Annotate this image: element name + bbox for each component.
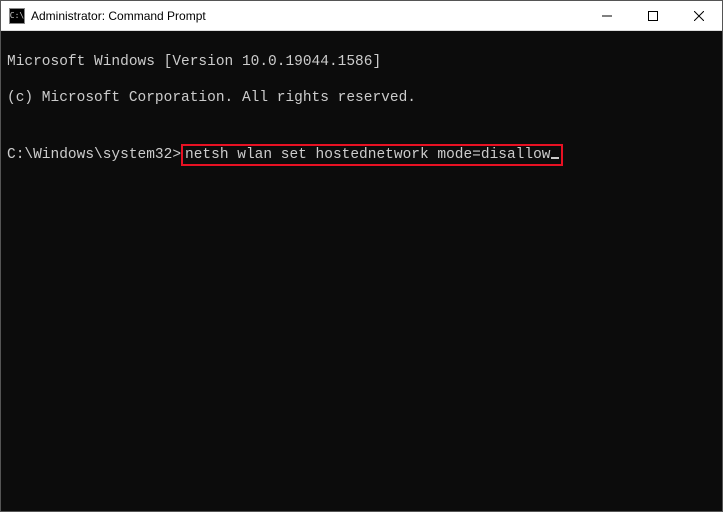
- copyright-line: (c) Microsoft Corporation. All rights re…: [7, 89, 716, 107]
- maximize-button[interactable]: [630, 1, 676, 30]
- command-text: netsh wlan set hostednetwork mode=disall…: [185, 147, 550, 163]
- window-titlebar[interactable]: C:\ Administrator: Command Prompt: [1, 1, 722, 31]
- close-button[interactable]: [676, 1, 722, 30]
- prompt-text: C:\Windows\system32>: [7, 147, 181, 163]
- version-line: Microsoft Windows [Version 10.0.19044.15…: [7, 53, 716, 71]
- terminal-area[interactable]: Microsoft Windows [Version 10.0.19044.15…: [1, 31, 722, 511]
- minimize-button[interactable]: [584, 1, 630, 30]
- command-highlight: netsh wlan set hostednetwork mode=disall…: [181, 144, 562, 166]
- cmd-icon: C:\: [9, 8, 25, 24]
- maximize-icon: [648, 11, 658, 21]
- command-line: C:\Windows\system32>netsh wlan set hoste…: [7, 144, 716, 166]
- titlebar-left: C:\ Administrator: Command Prompt: [1, 8, 206, 24]
- window-title: Administrator: Command Prompt: [31, 9, 206, 23]
- minimize-icon: [602, 11, 612, 21]
- window-controls: [584, 1, 722, 30]
- text-cursor: [551, 157, 559, 159]
- cmd-icon-text: C:\: [10, 11, 24, 20]
- close-icon: [694, 11, 704, 21]
